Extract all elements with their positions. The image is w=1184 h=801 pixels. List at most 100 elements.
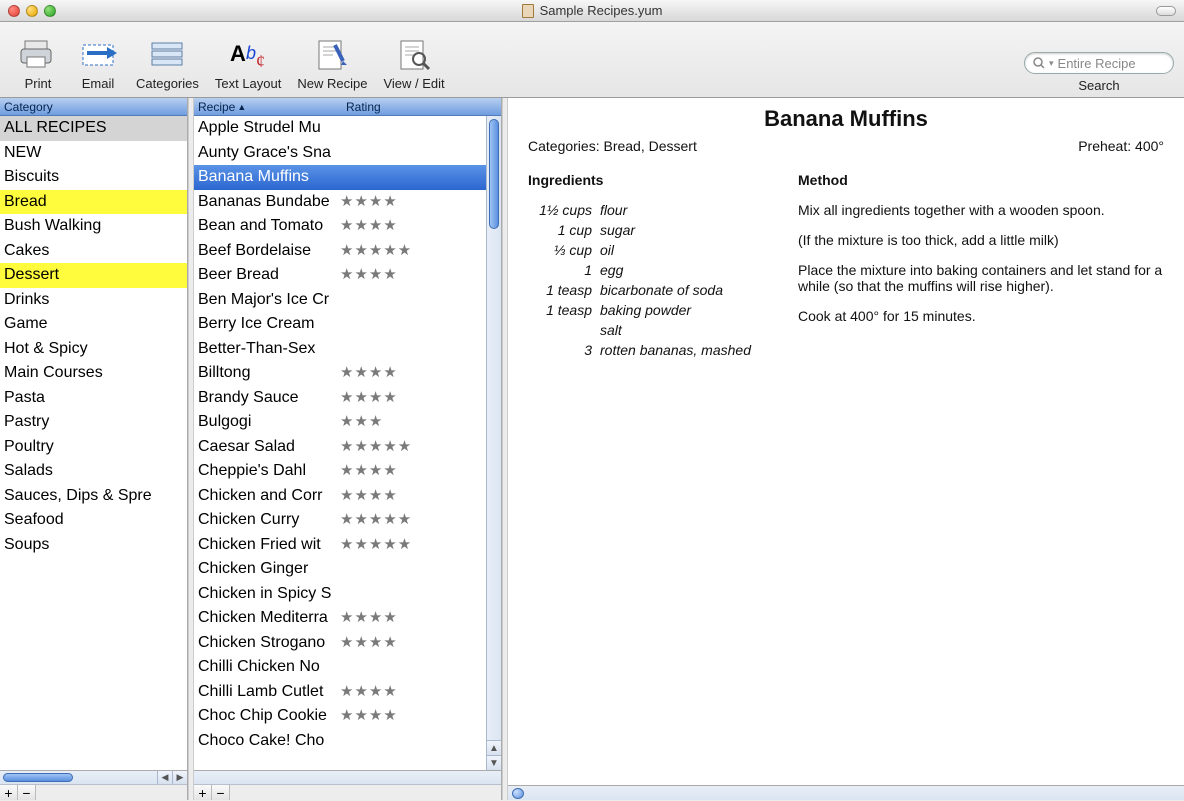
titlebar: Sample Recipes.yum (0, 0, 1184, 22)
ingredient-qty: 1 teasp (528, 282, 600, 298)
ingredient-row: 1 teaspbicarbonate of soda (528, 282, 768, 298)
recipe-row[interactable]: Chicken Mediterra★★★★ (194, 606, 501, 631)
category-column-header[interactable]: Category (0, 98, 187, 116)
recipe-row[interactable]: Bulgogi★★★ (194, 410, 501, 435)
recipe-row[interactable]: Choc Chip Cookie★★★★ (194, 704, 501, 729)
email-button[interactable]: Email (70, 32, 126, 95)
category-row[interactable]: Dessert (0, 263, 187, 288)
recipe-row[interactable]: Berry Ice Cream (194, 312, 501, 337)
text-layout-button[interactable]: Ab¢ Text Layout (209, 32, 288, 95)
ingredient-item: rotten bananas, mashed (600, 342, 751, 358)
category-row[interactable]: Salads (0, 459, 187, 484)
print-button[interactable]: Print (10, 32, 66, 95)
ingredient-row: 3rotten bananas, mashed (528, 342, 768, 358)
category-row[interactable]: Bush Walking (0, 214, 187, 239)
ingredient-item: bicarbonate of soda (600, 282, 723, 298)
recipe-row-name: Chicken Ginger (198, 557, 340, 582)
recipe-row[interactable]: Chicken Fried wit★★★★★ (194, 533, 501, 558)
category-row[interactable]: Poultry (0, 435, 187, 460)
new-recipe-button[interactable]: New Recipe (291, 32, 373, 95)
recipe-row[interactable]: Bananas Bundabe★★★★ (194, 190, 501, 215)
recipe-row[interactable]: Better-Than-Sex (194, 337, 501, 362)
recipe-row[interactable]: Bean and Tomato★★★★ (194, 214, 501, 239)
recipe-row[interactable]: Chicken Curry★★★★★ (194, 508, 501, 533)
view-edit-button[interactable]: View / Edit (377, 32, 450, 95)
method-heading: Method (798, 172, 1164, 188)
ingredients-column: Ingredients 1½ cupsflour1 cupsugar⅓ cupo… (528, 172, 768, 362)
recipe-row[interactable]: Caesar Salad★★★★★ (194, 435, 501, 460)
scroll-up-icon[interactable]: ▲ (487, 740, 501, 755)
category-row[interactable]: ALL RECIPES (0, 116, 187, 141)
text-layout-icon: Ab¢ (228, 34, 268, 74)
search-field[interactable]: ▾ (1024, 52, 1174, 74)
main-content: Category ALL RECIPES NEWBiscuitsBreadBus… (0, 98, 1184, 800)
category-add-button[interactable]: + (0, 785, 18, 800)
category-row[interactable]: Sauces, Dips & Spre (0, 484, 187, 509)
category-row[interactable]: Biscuits (0, 165, 187, 190)
scroll-down-icon[interactable]: ▼ (487, 755, 501, 770)
recipe-row[interactable]: Choco Cake! Cho (194, 729, 501, 754)
category-row[interactable]: Game (0, 312, 187, 337)
category-row[interactable]: Pasta (0, 386, 187, 411)
recipe-remove-button[interactable]: − (212, 785, 230, 800)
recipe-row[interactable]: Ben Major's Ice Cr (194, 288, 501, 313)
recipe-row[interactable]: Chicken and Corr★★★★ (194, 484, 501, 509)
ingredient-qty: 3 (528, 342, 600, 358)
scroll-knob[interactable] (512, 788, 524, 799)
categories-button[interactable]: Categories (130, 32, 205, 95)
category-remove-button[interactable]: − (18, 785, 36, 800)
recipe-name-header[interactable]: Recipe ▲ (194, 100, 342, 114)
toolbar-toggle-button[interactable] (1156, 6, 1176, 16)
recipe-view-hscroll[interactable] (508, 785, 1184, 800)
recipe-row[interactable]: Chicken Ginger (194, 557, 501, 582)
scroll-left-icon[interactable]: ◀ (157, 771, 172, 784)
new-recipe-label: New Recipe (297, 76, 367, 93)
category-hscroll[interactable]: ◀▶ (0, 771, 187, 785)
category-row[interactable]: Bread (0, 190, 187, 215)
recipe-row[interactable]: Beef Bordelaise★★★★★ (194, 239, 501, 264)
category-row[interactable]: Soups (0, 533, 187, 558)
recipe-row[interactable]: Apple Strudel Mu (194, 116, 501, 141)
recipe-add-button[interactable]: + (194, 785, 212, 800)
recipe-row[interactable]: Chilli Lamb Cutlet★★★★ (194, 680, 501, 705)
ingredient-qty: ⅓ cup (528, 242, 600, 258)
ingredient-item: baking powder (600, 302, 691, 318)
recipe-list[interactable]: Apple Strudel MuAunty Grace's SnaBanana … (194, 116, 501, 770)
method-step: Cook at 400° for 15 minutes. (798, 308, 1164, 324)
search-menu-caret-icon[interactable]: ▾ (1049, 58, 1054, 69)
recipe-row[interactable]: Chilli Chicken No (194, 655, 501, 680)
recipe-row[interactable]: Brandy Sauce★★★★ (194, 386, 501, 411)
ingredient-qty: 1 teasp (528, 302, 600, 318)
star-rating: ★★★★★ (340, 508, 412, 533)
recipe-row[interactable]: Chicken in Spicy S (194, 582, 501, 607)
category-row[interactable]: Main Courses (0, 361, 187, 386)
recipe-row[interactable]: Chicken Strogano★★★★ (194, 631, 501, 656)
recipe-row[interactable]: Aunty Grace's Sna (194, 141, 501, 166)
category-row[interactable]: Pastry (0, 410, 187, 435)
recipe-row[interactable]: Beer Bread★★★★ (194, 263, 501, 288)
category-list[interactable]: ALL RECIPES NEWBiscuitsBreadBush Walking… (0, 116, 187, 770)
star-rating: ★★★★ (340, 680, 398, 705)
category-row[interactable]: NEW (0, 141, 187, 166)
recipe-row[interactable]: Billtong★★★★ (194, 361, 501, 386)
category-header-label: Category (0, 100, 57, 114)
categories-icon (147, 34, 187, 74)
ingredient-qty: 1½ cups (528, 202, 600, 218)
recipe-hscroll[interactable] (194, 771, 501, 785)
category-row[interactable]: Drinks (0, 288, 187, 313)
category-row[interactable]: Hot & Spicy (0, 337, 187, 362)
categories-label: Categories (136, 76, 199, 93)
category-row[interactable]: Seafood (0, 508, 187, 533)
rating-header[interactable]: Rating (342, 100, 385, 114)
svg-text:b: b (246, 43, 256, 63)
recipe-row[interactable]: Cheppie's Dahl★★★★ (194, 459, 501, 484)
search-input[interactable] (1058, 56, 1165, 71)
ingredient-item: egg (600, 262, 623, 278)
category-row[interactable]: Cakes (0, 239, 187, 264)
ingredient-qty (528, 322, 600, 338)
scroll-right-icon[interactable]: ▶ (172, 771, 187, 784)
recipe-row-name: Chilli Chicken No (198, 655, 340, 680)
recipe-row[interactable]: Banana Muffins (194, 165, 501, 190)
category-pane: Category ALL RECIPES NEWBiscuitsBreadBus… (0, 98, 188, 800)
recipe-vscroll[interactable]: ▲ ▼ (486, 116, 501, 770)
